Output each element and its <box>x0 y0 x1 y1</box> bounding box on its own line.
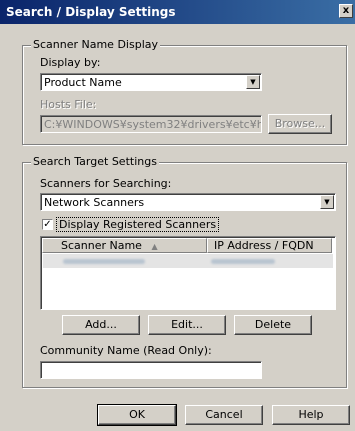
display-by-value: Product Name <box>44 76 122 89</box>
scanner-name-display-title: Scanner Name Display <box>31 38 160 51</box>
redacted-scanner-name <box>63 259 145 264</box>
chevron-down-icon[interactable]: ▼ <box>246 75 260 89</box>
hosts-file-label: Hosts File: <box>40 98 97 111</box>
delete-button[interactable]: Delete <box>234 315 312 335</box>
column-header-ip-address[interactable]: IP Address / FQDN <box>207 238 332 253</box>
hosts-file-field[interactable]: C:¥WINDOWS¥system32¥drivers¥etc¥hosts <box>40 115 262 133</box>
search-target-settings-title: Search Target Settings <box>31 155 159 168</box>
display-by-select[interactable]: Product Name ▼ <box>40 73 262 91</box>
add-button[interactable]: Add... <box>62 315 140 335</box>
chevron-down-icon[interactable]: ▼ <box>320 195 334 209</box>
sort-ascending-icon: ▲ <box>151 242 158 251</box>
hosts-file-value: C:¥WINDOWS¥system32¥drivers¥etc¥hosts <box>44 118 262 131</box>
close-icon[interactable]: x <box>339 4 353 18</box>
column-header-ip-address-label: IP Address / FQDN <box>214 239 314 252</box>
scanners-for-searching-label: Scanners for Searching: <box>40 177 172 190</box>
window-title: Search / Display Settings <box>6 5 176 19</box>
title-bar: Search / Display Settings x <box>0 0 355 24</box>
display-by-label: Display by: <box>40 56 101 69</box>
scanners-for-searching-value: Network Scanners <box>44 196 145 209</box>
edit-button[interactable]: Edit... <box>148 315 226 335</box>
help-button[interactable]: Help <box>272 405 350 425</box>
checkmark-icon: ✓ <box>43 219 52 230</box>
display-registered-label[interactable]: Display Registered Scanners <box>56 217 220 232</box>
ok-button[interactable]: OK <box>97 404 177 426</box>
search-display-settings-dialog: Search / Display Settings x Scanner Name… <box>0 0 355 431</box>
redacted-ip-address <box>211 259 275 264</box>
browse-button[interactable]: Browse... <box>268 114 332 134</box>
table-row[interactable] <box>43 254 333 268</box>
column-header-scanner-name[interactable]: Scanner Name ▲ <box>42 238 207 253</box>
community-name-field[interactable] <box>40 361 262 379</box>
scanner-list[interactable]: Scanner Name ▲ IP Address / FQDN <box>40 236 336 310</box>
cancel-button[interactable]: Cancel <box>185 405 263 425</box>
display-registered-checkbox[interactable]: ✓ <box>42 219 53 230</box>
community-name-label: Community Name (Read Only): <box>40 344 212 357</box>
column-header-scanner-name-label: Scanner Name <box>61 239 142 252</box>
scanners-for-searching-select[interactable]: Network Scanners ▼ <box>40 193 336 211</box>
